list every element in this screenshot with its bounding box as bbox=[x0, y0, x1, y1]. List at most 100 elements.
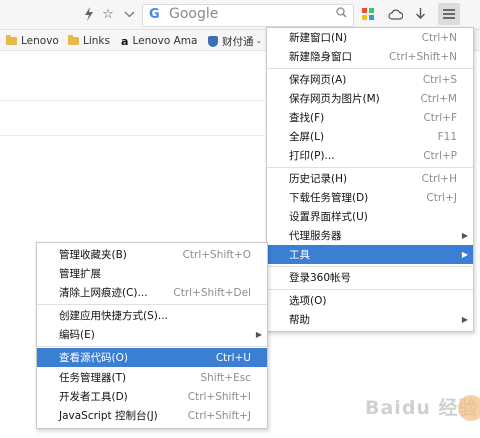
menu-item-save-page[interactable]: 保存网页(A) Ctrl+S bbox=[267, 70, 473, 89]
menu-separator bbox=[37, 346, 267, 347]
menu-item-encoding[interactable]: 编码(E) ▶ bbox=[37, 325, 267, 344]
search-icon[interactable] bbox=[336, 7, 347, 21]
menu-separator bbox=[267, 289, 473, 290]
menu-item-label: 全屏(L) bbox=[289, 131, 325, 143]
submenu-arrow-icon: ▶ bbox=[461, 315, 468, 324]
menu-item-clear-history[interactable]: 清除上网痕迹(C)... Ctrl+Shift+Del bbox=[37, 283, 267, 302]
main-menu: 新建窗口(N) Ctrl+N 新建隐身窗口 Ctrl+Shift+N 保存网页(… bbox=[266, 27, 474, 332]
menu-item-label: 下载任务管理(D) bbox=[289, 192, 369, 204]
menu-separator bbox=[267, 266, 473, 267]
apps-icon[interactable] bbox=[359, 5, 377, 23]
menu-item-label: 编码(E) bbox=[59, 329, 95, 341]
search-input[interactable]: G Google bbox=[142, 4, 354, 27]
menu-item-create-app-shortcut[interactable]: 创建应用快捷方式(S)... bbox=[37, 306, 267, 325]
menu-icon[interactable] bbox=[438, 3, 460, 25]
folder-icon bbox=[6, 35, 17, 45]
menu-item-shortcut: Ctrl+J bbox=[426, 191, 457, 204]
menu-item-label: 设置界面样式(U) bbox=[289, 211, 368, 223]
menu-item-label: 管理收藏夹(B) bbox=[59, 249, 127, 261]
chevron-down-icon[interactable] bbox=[120, 5, 138, 23]
menu-item-shortcut: F11 bbox=[437, 130, 457, 143]
google-icon: G bbox=[149, 7, 160, 22]
submenu-arrow-icon: ▶ bbox=[255, 330, 262, 339]
cloud-icon[interactable] bbox=[386, 5, 404, 23]
menu-item-label: 登录360帐号 bbox=[289, 272, 352, 284]
menu-item-label: 保存网页为图片(M) bbox=[289, 93, 380, 105]
menu-item-label: 打印(P)... bbox=[289, 150, 335, 162]
menu-item-label: 历史记录(H) bbox=[289, 173, 348, 185]
star-icon[interactable]: ☆ bbox=[99, 5, 117, 23]
menu-item-manage-favorites[interactable]: 管理收藏夹(B) Ctrl+Shift+O bbox=[37, 245, 267, 264]
menu-item-interface-style[interactable]: 设置界面样式(U) bbox=[267, 207, 473, 226]
bookmark-item[interactable]: Links bbox=[68, 33, 110, 49]
shield-icon bbox=[208, 35, 218, 47]
menu-item-label: 开发者工具(D) bbox=[59, 391, 128, 403]
menu-item-shortcut: Ctrl+H bbox=[421, 172, 457, 185]
menu-item-label: 查看源代码(O) bbox=[59, 352, 128, 364]
menu-item-new-window[interactable]: 新建窗口(N) Ctrl+N bbox=[267, 28, 473, 47]
menu-item-fullscreen[interactable]: 全屏(L) F11 bbox=[267, 127, 473, 146]
menu-item-new-incognito-window[interactable]: 新建隐身窗口 Ctrl+Shift+N bbox=[267, 47, 473, 66]
menu-item-shortcut: Ctrl+Shift+N bbox=[389, 50, 457, 63]
menu-item-find[interactable]: 查找(F) Ctrl+F bbox=[267, 108, 473, 127]
menu-item-shortcut: Shift+Esc bbox=[200, 371, 251, 384]
menu-item-label: 创建应用快捷方式(S)... bbox=[59, 310, 168, 322]
page-divider bbox=[0, 100, 265, 101]
submenu-arrow-icon: ▶ bbox=[461, 231, 468, 240]
menu-item-label: JavaScript 控制台(J) bbox=[59, 410, 158, 422]
bookmark-label: Lenovo bbox=[21, 35, 59, 47]
bookmark-label: Lenovo Ama bbox=[132, 35, 198, 47]
menu-item-shortcut: Ctrl+P bbox=[423, 149, 457, 162]
menu-item-downloads[interactable]: 下载任务管理(D) Ctrl+J bbox=[267, 188, 473, 207]
menu-item-shortcut: Ctrl+Shift+O bbox=[182, 248, 251, 261]
menu-separator bbox=[267, 68, 473, 69]
menu-item-javascript-console[interactable]: JavaScript 控制台(J) Ctrl+Shift+J bbox=[37, 406, 267, 425]
menu-item-print[interactable]: 打印(P)... Ctrl+P bbox=[267, 146, 473, 165]
menu-item-shortcut: Ctrl+Shift+I bbox=[187, 390, 251, 403]
watermark-badge bbox=[458, 395, 480, 421]
folder-icon bbox=[68, 35, 79, 45]
menu-item-label: 代理服务器 bbox=[289, 230, 342, 242]
page-divider bbox=[0, 135, 265, 136]
menu-item-label: 新建窗口(N) bbox=[289, 32, 348, 44]
menu-item-options[interactable]: 选项(O) bbox=[267, 291, 473, 310]
menu-item-developer-tools[interactable]: 开发者工具(D) Ctrl+Shift+I bbox=[37, 387, 267, 406]
menu-item-save-as-image[interactable]: 保存网页为图片(M) Ctrl+M bbox=[267, 89, 473, 108]
menu-item-tools[interactable]: 工具 ▶ bbox=[267, 245, 473, 264]
menu-item-label: 保存网页(A) bbox=[289, 74, 347, 86]
menu-item-history[interactable]: 历史记录(H) Ctrl+H bbox=[267, 169, 473, 188]
menu-item-label: 清除上网痕迹(C)... bbox=[59, 287, 148, 299]
menu-item-shortcut: Ctrl+S bbox=[422, 73, 457, 86]
bookmark-item[interactable]: 财付通 - bbox=[208, 33, 261, 49]
search-placeholder: Google bbox=[169, 6, 219, 22]
bookmark-item[interactable]: a Lenovo Ama bbox=[121, 33, 197, 49]
menu-item-view-source[interactable]: 查看源代码(O) Ctrl+U bbox=[37, 348, 267, 367]
menu-item-shortcut: Ctrl+N bbox=[421, 31, 457, 44]
menu-item-label: 帮助 bbox=[289, 314, 310, 326]
menu-separator bbox=[267, 167, 473, 168]
bookmark-label: Links bbox=[83, 35, 110, 47]
amazon-icon: a bbox=[121, 34, 129, 48]
menu-item-help[interactable]: 帮助 ▶ bbox=[267, 310, 473, 329]
menu-item-shortcut: Ctrl+F bbox=[423, 111, 457, 124]
menu-item-label: 工具 bbox=[289, 249, 310, 261]
submenu-arrow-icon: ▶ bbox=[461, 250, 468, 259]
menu-item-shortcut: Ctrl+M bbox=[420, 92, 457, 105]
download-icon[interactable] bbox=[411, 5, 429, 23]
menu-item-manage-extensions[interactable]: 管理扩展 bbox=[37, 264, 267, 283]
menu-item-proxy[interactable]: 代理服务器 ▶ bbox=[267, 226, 473, 245]
menu-item-shortcut: Ctrl+U bbox=[215, 351, 251, 364]
menu-item-login-360[interactable]: 登录360帐号 bbox=[267, 268, 473, 287]
browser-toolbar: ☆ G Google bbox=[0, 0, 480, 30]
menu-item-label: 选项(O) bbox=[289, 295, 327, 307]
menu-item-label: 任务管理器(T) bbox=[59, 372, 127, 384]
menu-item-label: 管理扩展 bbox=[59, 268, 101, 280]
tools-submenu: 管理收藏夹(B) Ctrl+Shift+O 管理扩展 清除上网痕迹(C)... … bbox=[36, 242, 268, 429]
bookmark-label: 财付通 - bbox=[222, 35, 261, 48]
bookmark-item[interactable]: Lenovo bbox=[6, 33, 59, 49]
menu-item-label: 新建隐身窗口 bbox=[289, 51, 352, 63]
lightning-icon[interactable] bbox=[80, 5, 98, 23]
menu-item-label: 查找(F) bbox=[289, 112, 325, 124]
menu-item-shortcut: Ctrl+Shift+Del bbox=[173, 286, 251, 299]
menu-item-task-manager[interactable]: 任务管理器(T) Shift+Esc bbox=[37, 368, 267, 387]
